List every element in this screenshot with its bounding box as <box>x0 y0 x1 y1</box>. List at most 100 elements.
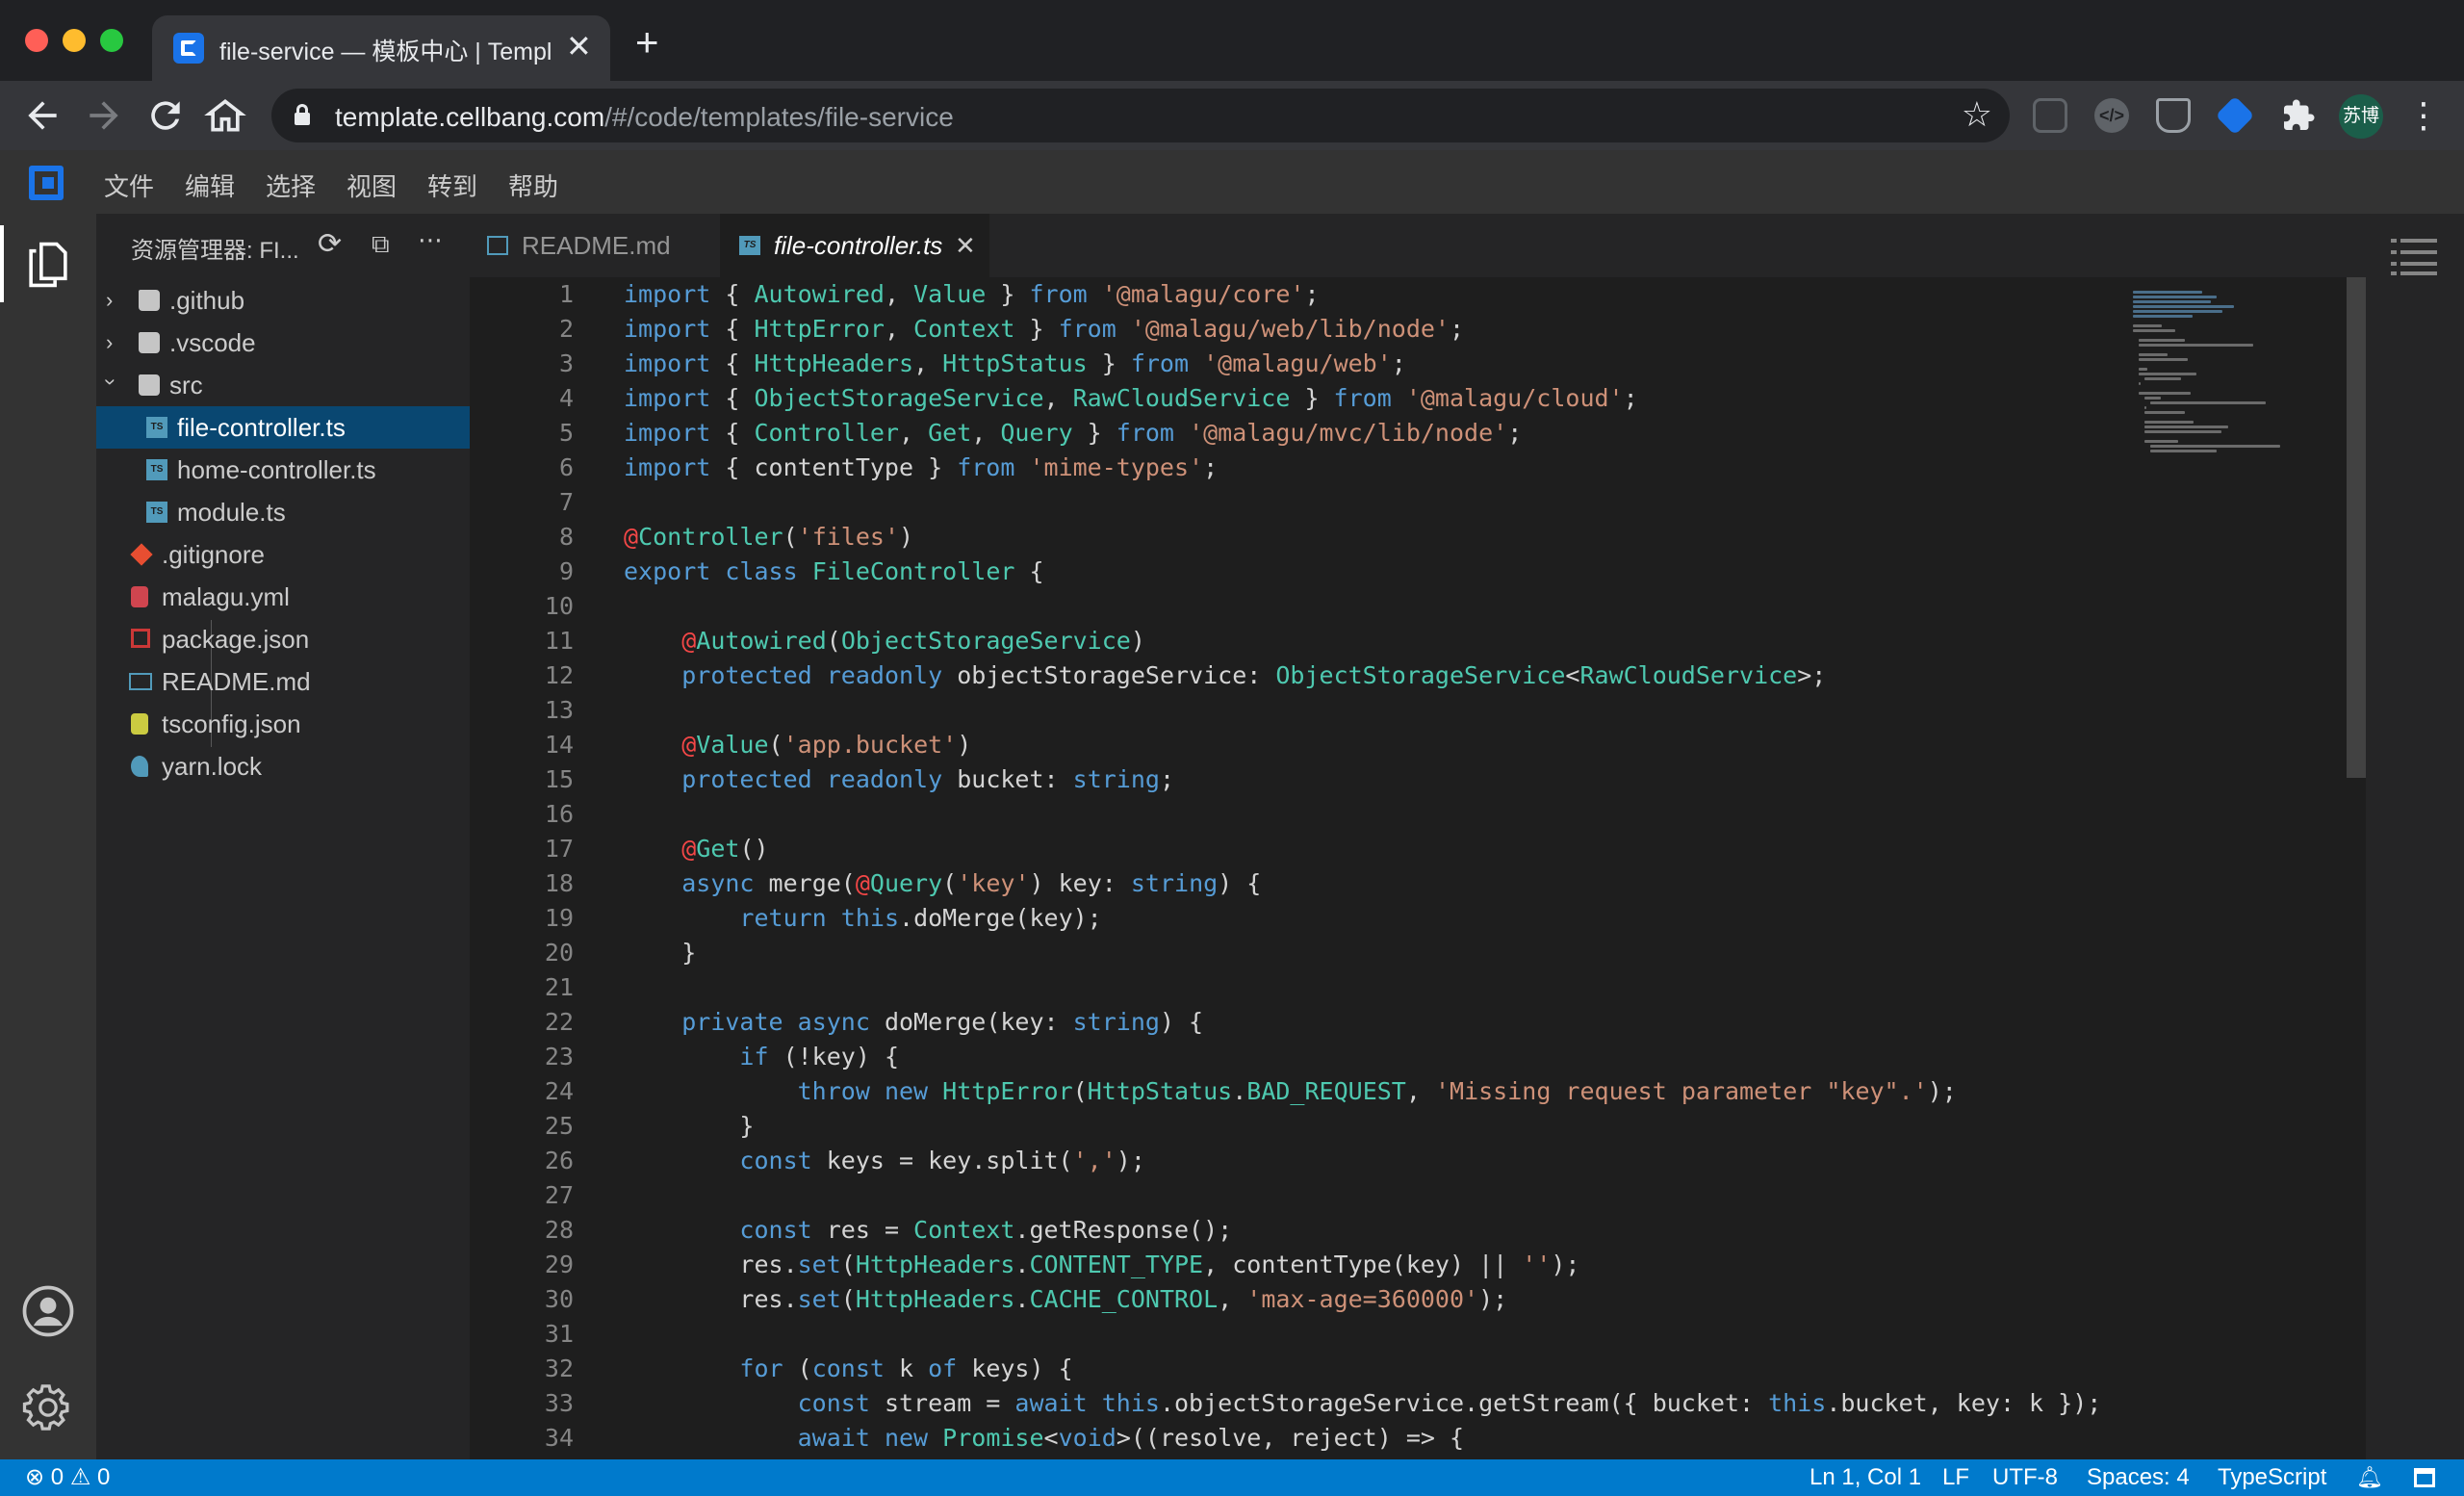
tree-folder-src[interactable]: › src <box>96 364 470 406</box>
code-line[interactable]: 34 await new Promise<void>((resolve, rej… <box>470 1421 2106 1456</box>
code-text: protected readonly objectStorageService:… <box>681 661 1827 689</box>
code-line[interactable]: 22 private async doMerge(key: string) { <box>470 1005 2106 1040</box>
code-line[interactable]: 4 import { ObjectStorageService, RawCloud… <box>470 381 2106 416</box>
indentation[interactable]: Spaces: 4 <box>2087 1459 2190 1496</box>
address-bar[interactable]: template.cellbang.com/#/code/templates/f… <box>271 89 2010 142</box>
code-line[interactable]: 31 <box>470 1317 2106 1352</box>
code-line[interactable]: 12 protected readonly objectStorageServi… <box>470 658 2106 693</box>
window-minimize-button[interactable] <box>63 29 86 52</box>
url-text[interactable]: template.cellbang.com/#/code/templates/f… <box>335 102 954 133</box>
code-line[interactable]: 25 } <box>470 1109 2106 1144</box>
panel-toggle-icon[interactable] <box>2414 1468 2435 1487</box>
extension-shield-icon[interactable] <box>2156 98 2191 133</box>
kebab-menu-icon[interactable]: ⋮ <box>2406 94 2441 137</box>
menu-go[interactable]: 转到 <box>427 168 477 203</box>
profile-avatar[interactable]: 苏博 <box>2339 94 2383 139</box>
code-line[interactable]: 7 <box>470 485 2106 520</box>
tree-file-home-controller[interactable]: TS home-controller.ts <box>96 449 470 491</box>
account-icon[interactable] <box>21 1284 75 1338</box>
star-icon[interactable]: ☆ <box>1962 94 1992 135</box>
tree-folder-github[interactable]: › .github <box>96 279 470 322</box>
code-line[interactable]: 8 @Controller('files') <box>470 520 2106 555</box>
minimap-line <box>2150 450 2217 452</box>
menu-edit[interactable]: 编辑 <box>185 168 235 203</box>
tab-readme[interactable]: README.md <box>470 214 720 277</box>
minimap[interactable] <box>2133 277 2345 470</box>
menu-view[interactable]: 视图 <box>346 168 397 203</box>
line-ending[interactable]: LF <box>1942 1459 1969 1496</box>
editor-scrollbar[interactable] <box>2347 277 2366 778</box>
folder-open-icon <box>139 374 160 396</box>
tree-file-tsconfig[interactable]: tsconfig.json <box>96 703 470 745</box>
notifications-bell-icon[interactable]: 🔔︎ <box>2356 1459 2383 1496</box>
extension-cast-icon[interactable] <box>2033 98 2067 133</box>
code-line[interactable]: 17 @Get() <box>470 832 2106 866</box>
code-line[interactable]: 13 <box>470 693 2106 728</box>
extension-cube-icon[interactable] <box>2215 95 2255 136</box>
code-line[interactable]: 1 import { Autowired, Value } from '@mala… <box>470 277 2106 312</box>
code-line[interactable]: 16 <box>470 797 2106 832</box>
back-icon[interactable] <box>21 94 64 137</box>
code-line[interactable]: 18 async merge(@Query('key') key: string… <box>470 866 2106 901</box>
code-line[interactable]: 30 res.set(HttpHeaders.CACHE_CONTROL, 'm… <box>470 1282 2106 1317</box>
code-line[interactable]: 27 <box>470 1178 2106 1213</box>
reload-icon[interactable] <box>144 94 187 137</box>
extension-code-icon[interactable]: </> <box>2094 98 2129 133</box>
error-icon: ⊗ <box>25 1464 45 1490</box>
tree-folder-vscode[interactable]: › .vscode <box>96 322 470 364</box>
code-line[interactable]: 11 @Autowired(ObjectStorageService) <box>470 624 2106 658</box>
code-line[interactable]: 21 <box>470 970 2106 1005</box>
code-line[interactable]: 20 } <box>470 936 2106 970</box>
settings-gear-icon[interactable] <box>21 1380 75 1434</box>
line-number: 27 <box>544 1181 574 1209</box>
collapse-all-icon[interactable]: ⧉ <box>372 229 390 260</box>
refresh-icon[interactable]: ⟳ <box>318 227 342 261</box>
tree-file-package-json[interactable]: package.json <box>96 618 470 660</box>
extensions-puzzle-icon[interactable] <box>2281 98 2316 133</box>
code-line[interactable]: 19 return this.doMerge(key); <box>470 901 2106 936</box>
code-line[interactable]: 26 const keys = key.split(','); <box>470 1144 2106 1178</box>
outline-list-icon[interactable] <box>2391 237 2437 275</box>
explorer-files-icon[interactable] <box>27 241 69 288</box>
code-line[interactable]: 32 for (const k of keys) { <box>470 1352 2106 1386</box>
code-line[interactable]: 6 import { contentType } from 'mime-types… <box>470 451 2106 485</box>
tree-file-gitignore[interactable]: .gitignore <box>96 533 470 576</box>
code-line[interactable]: 28 const res = Context.getResponse(); <box>470 1213 2106 1248</box>
problems-indicator[interactable]: ⊗ 0 ⚠ 0 <box>25 1459 110 1496</box>
code-line[interactable]: 24 throw new HttpError(HttpStatus.BAD_RE… <box>470 1074 2106 1109</box>
tree-file-malagu-yml[interactable]: malagu.yml <box>96 576 470 618</box>
code-line[interactable]: 2 import { HttpError, Context } from '@ma… <box>470 312 2106 347</box>
code-line[interactable]: 3 import { HttpHeaders, HttpStatus } from… <box>470 347 2106 381</box>
language-mode[interactable]: TypeScript <box>2218 1459 2326 1496</box>
code-line[interactable]: 33 const stream = await this.objectStora… <box>470 1386 2106 1421</box>
cursor-position[interactable]: Ln 1, Col 1 <box>1810 1459 1921 1496</box>
window-maximize-button[interactable] <box>100 29 123 52</box>
browser-tab-active[interactable]: file-service — 模板中心 | Templ ✕ <box>152 15 610 83</box>
code-editor[interactable]: 1 import { Autowired, Value } from '@mala… <box>470 277 2366 1459</box>
tree-file-module[interactable]: TS module.ts <box>96 491 470 533</box>
home-icon[interactable] <box>204 94 246 137</box>
close-tab-icon[interactable]: ✕ <box>566 27 592 65</box>
tree-file-file-controller[interactable]: TS file-controller.ts <box>96 406 470 449</box>
code-line[interactable]: 10 <box>470 589 2106 624</box>
code-text: @Value('app.bucket') <box>681 731 972 759</box>
menu-file[interactable]: 文件 <box>104 168 154 203</box>
menu-help[interactable]: 帮助 <box>508 168 558 203</box>
file-encoding[interactable]: UTF-8 <box>1992 1459 2058 1496</box>
menu-selection[interactable]: 选择 <box>266 168 316 203</box>
tab-file-controller[interactable]: TS file-controller.ts ✕ <box>720 214 989 277</box>
code-line[interactable]: 5 import { Controller, Get, Query } from … <box>470 416 2106 451</box>
tree-file-readme[interactable]: README.md <box>96 660 470 703</box>
code-text: if (!key) { <box>739 1043 899 1070</box>
code-line[interactable]: 23 if (!key) { <box>470 1040 2106 1074</box>
code-line[interactable]: 9 export class FileController { <box>470 555 2106 589</box>
code-line[interactable]: 15 protected readonly bucket: string; <box>470 762 2106 797</box>
code-line[interactable]: 29 res.set(HttpHeaders.CONTENT_TYPE, con… <box>470 1248 2106 1282</box>
window-close-button[interactable] <box>25 29 48 52</box>
more-actions-icon[interactable]: ⋯ <box>418 225 443 255</box>
forward-icon[interactable] <box>83 94 125 137</box>
close-tab-icon[interactable]: ✕ <box>955 214 976 277</box>
tree-file-yarn-lock[interactable]: yarn.lock <box>96 745 470 787</box>
code-line[interactable]: 14 @Value('app.bucket') <box>470 728 2106 762</box>
new-tab-button[interactable]: + <box>635 22 659 63</box>
